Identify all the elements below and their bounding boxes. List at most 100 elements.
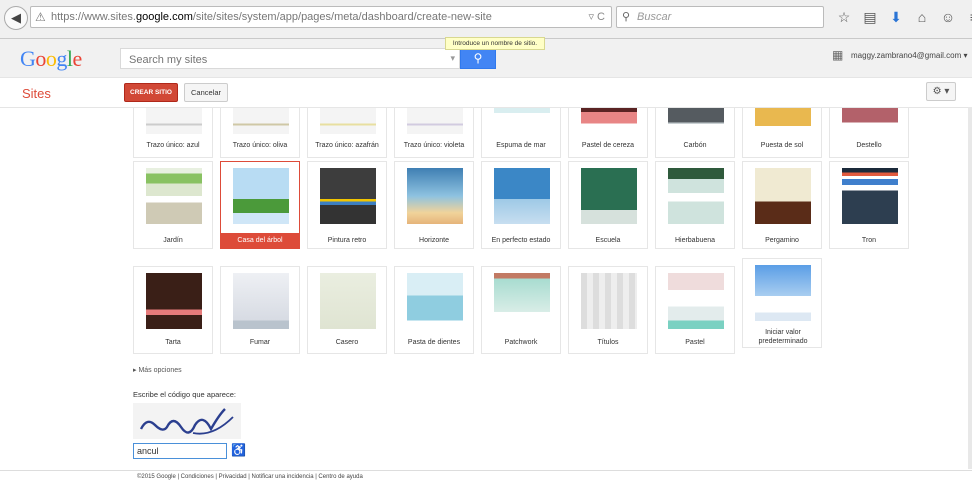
theme-thumbnail — [668, 168, 724, 224]
theme-thumbnail — [320, 108, 376, 134]
browser-search-placeholder: Buscar — [637, 11, 672, 23]
footer-links[interactable]: ©2015 Google | Condiciones | Privacidad … — [137, 474, 363, 480]
theme-thumbnail — [494, 108, 550, 134]
theme-card[interactable]: En perfecto estado — [481, 161, 561, 249]
theme-thumbnail — [407, 108, 463, 134]
browser-nav-icons: ☆ ▤ ⬇ ⌂ ☺ ≡ — [834, 7, 972, 27]
theme-card[interactable]: Carbón — [655, 107, 735, 158]
url-path: /site/sites/system/app/pages/meta/dashbo… — [192, 11, 492, 23]
accessibility-icon[interactable]: ♿ — [231, 443, 246, 457]
theme-label: Pintura retro — [327, 237, 367, 244]
theme-thumbnail — [146, 273, 202, 329]
google-logo[interactable]: Google — [20, 46, 82, 72]
theme-label: Pastel — [685, 339, 705, 346]
theme-card-selected[interactable]: Casa del árbol — [220, 161, 300, 249]
url-text: https://www.sites.google.com/site/sites/… — [51, 11, 492, 23]
settings-gear-icon[interactable]: ⚙ ▾ — [926, 82, 956, 101]
theme-card[interactable]: Jardín — [133, 161, 213, 249]
theme-card[interactable]: Pintura retro — [307, 161, 387, 249]
theme-thumbnail — [755, 108, 811, 134]
theme-card[interactable]: Trazo único: oliva — [220, 107, 300, 158]
theme-card[interactable]: Puesta de sol — [742, 107, 822, 158]
captcha-prompt: Escribe el código que aparece: — [133, 390, 236, 399]
theme-card[interactable]: Casero — [307, 266, 387, 354]
theme-card[interactable]: Patchwork — [481, 266, 561, 354]
theme-label: Pastel de cereza — [581, 142, 635, 149]
scrollbar[interactable] — [968, 107, 972, 469]
theme-card[interactable]: Pastel — [655, 266, 735, 354]
theme-label: Tron — [861, 237, 877, 244]
theme-card[interactable]: Trazo único: violeta — [394, 107, 474, 158]
theme-thumbnail — [755, 168, 811, 224]
theme-label: Trazo único: azafrán — [315, 142, 379, 149]
tooltip: Introduce un nombre de sitio. — [445, 37, 545, 50]
theme-label: Pergamino — [765, 237, 799, 244]
back-button[interactable]: ◀ — [4, 6, 28, 30]
menu-icon[interactable]: ≡ — [964, 7, 972, 27]
theme-card[interactable]: Escuela — [568, 161, 648, 249]
theme-card[interactable]: Hierbabuena — [655, 161, 735, 249]
url-prefix: https://www.sites. — [51, 11, 136, 23]
theme-card[interactable]: Horizonte — [394, 161, 474, 249]
theme-label: En perfecto estado — [491, 237, 551, 244]
sites-search-box[interactable]: ▾ — [120, 48, 460, 70]
chat-icon[interactable]: ☺ — [938, 7, 958, 27]
theme-card[interactable]: Pergamino — [742, 161, 822, 249]
theme-label: Casa del árbol — [221, 233, 299, 248]
theme-thumbnail — [668, 108, 724, 134]
theme-label: Iniciar valor predeterminado — [758, 329, 808, 345]
theme-card[interactable]: Títulos — [568, 266, 648, 354]
theme-card[interactable]: Tarta — [133, 266, 213, 354]
account-menu[interactable]: maggy.zambrano4@gmail.com ▾ — [851, 51, 967, 60]
sites-search-input[interactable] — [121, 49, 451, 70]
theme-label: Carbón — [683, 142, 707, 149]
theme-card[interactable]: Trazo único: azafrán — [307, 107, 387, 158]
theme-label: Fumar — [249, 339, 271, 346]
theme-card[interactable]: Trazo único: azul — [133, 107, 213, 158]
cancel-button[interactable]: Cancelar — [184, 83, 228, 102]
download-icon[interactable]: ⬇ — [886, 7, 906, 27]
theme-label: Destello — [856, 142, 882, 149]
theme-thumbnail — [755, 265, 811, 321]
theme-label: Trazo único: azul — [146, 142, 200, 149]
theme-thumbnail — [233, 108, 289, 134]
more-options-link[interactable]: ▸ Más opciones — [133, 366, 182, 374]
theme-card[interactable]: Pastel de cereza — [568, 107, 648, 158]
theme-label: Tarta — [165, 339, 181, 346]
search-button[interactable]: ⚲ — [460, 48, 496, 69]
theme-card[interactable]: Tron — [829, 161, 909, 249]
url-domain: google.com — [135, 11, 193, 23]
clipboard-icon[interactable]: ▤ — [860, 7, 880, 27]
sites-title: Sites — [22, 86, 51, 101]
reload-icon[interactable]: ▿ C — [588, 10, 605, 23]
create-site-button[interactable]: CREAR SITIO — [124, 83, 178, 102]
theme-thumbnail — [146, 168, 202, 224]
theme-label: Títulos — [597, 339, 619, 346]
theme-thumbnail — [233, 168, 289, 224]
theme-card[interactable]: Pasta de dientes — [394, 266, 474, 354]
theme-card[interactable]: Iniciar valor predeterminado — [742, 258, 822, 348]
theme-label: Escuela — [595, 237, 621, 244]
theme-label: Trazo único: violeta — [403, 142, 465, 149]
theme-thumbnail — [668, 273, 724, 329]
home-icon[interactable]: ⌂ — [912, 7, 932, 27]
theme-thumbnail — [320, 273, 376, 329]
search-icon: ⚲ — [622, 11, 631, 23]
captcha-image — [133, 403, 241, 439]
dropdown-caret-icon: ▾ — [450, 53, 455, 63]
theme-card[interactable]: Destello — [829, 107, 909, 158]
theme-card[interactable]: Espuma de mar — [481, 107, 561, 158]
theme-card[interactable]: Fumar — [220, 266, 300, 354]
address-bar[interactable]: ⚠ https://www.sites.google.com/site/site… — [30, 6, 612, 28]
theme-thumbnail — [146, 108, 202, 134]
theme-thumbnail — [494, 168, 550, 224]
footer: ©2015 Google | Condiciones | Privacidad … — [0, 470, 972, 482]
theme-thumbnail — [494, 273, 550, 329]
theme-label: Trazo único: oliva — [232, 142, 288, 149]
theme-thumbnail — [581, 273, 637, 329]
apps-grid-icon[interactable]: ▦ — [832, 48, 843, 62]
browser-search-bar[interactable]: ⚲ Buscar — [616, 6, 824, 28]
captcha-input[interactable] — [133, 443, 227, 459]
theme-thumbnail — [581, 168, 637, 224]
star-icon[interactable]: ☆ — [834, 7, 854, 27]
